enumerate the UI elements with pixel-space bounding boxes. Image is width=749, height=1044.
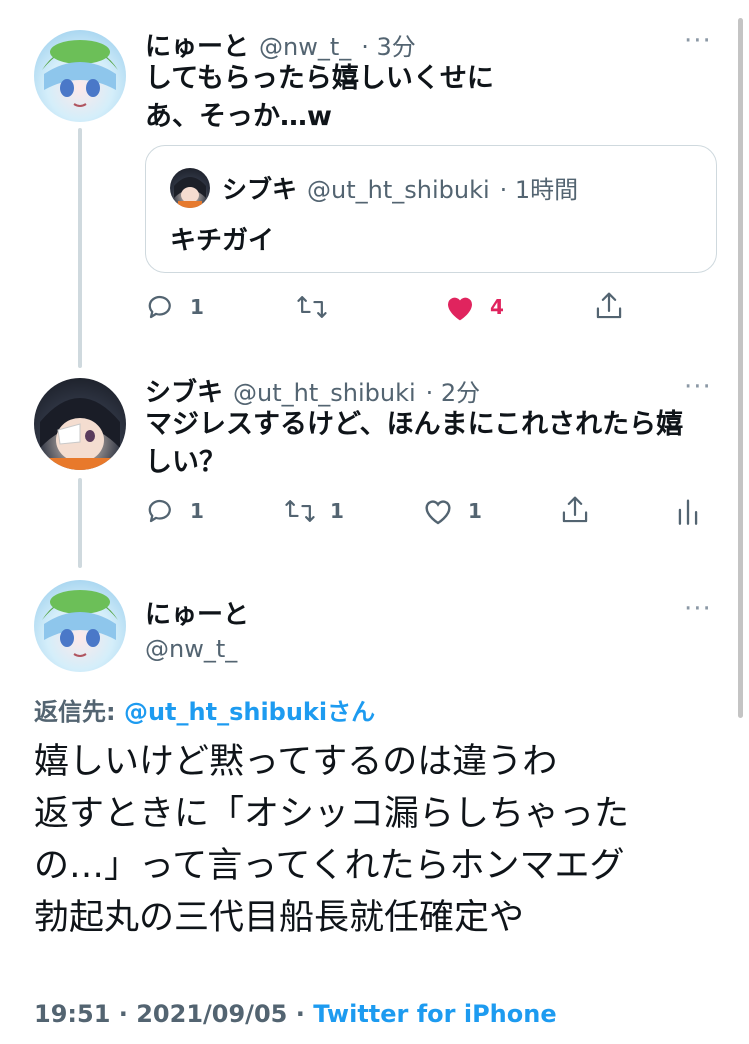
more-options-icon[interactable]: ··· — [684, 372, 712, 402]
author-name[interactable]: にゅーと — [145, 594, 249, 631]
avatar[interactable] — [34, 580, 126, 672]
reply-count: 1 — [190, 295, 204, 319]
tweet-text-line: しい？ — [145, 447, 226, 478]
retweet-count: 1 — [330, 499, 344, 523]
analytics-icon — [678, 499, 698, 525]
main-text-line: 返すときに「オシッコ漏らしちゃった — [34, 794, 630, 834]
quoted-tweet-card[interactable]: シブキ @ut_ht_shibuki · 1時間 キチガイ — [145, 145, 717, 273]
retweet-button[interactable]: 1 — [284, 496, 344, 526]
reply-icon — [148, 295, 171, 319]
author-handle[interactable]: @nw_t_ — [259, 33, 351, 61]
retweet-icon — [297, 296, 327, 318]
main-text-line: 嬉しいけど黙ってするのは違うわ — [34, 742, 558, 782]
tweet-text-line: マジレスするけど、ほんまにこれされたら嬉 — [145, 409, 684, 440]
source-link[interactable]: Twitter for iPhone — [313, 1000, 556, 1028]
main-text-line: の…」って言ってくれたらホンマエグ — [34, 846, 625, 886]
reply-button[interactable]: 1 — [146, 496, 204, 526]
like-count: 4 — [490, 295, 504, 319]
tweet-meta: 19:51 · 2021/09/05 · Twitter for iPhone — [34, 1000, 557, 1028]
heart-filled-icon — [448, 297, 472, 321]
share-button[interactable] — [594, 290, 624, 322]
like-button[interactable]: 1 — [422, 496, 482, 526]
author-name[interactable]: にゅーと — [145, 26, 249, 63]
replying-to-label: 返信先: — [34, 698, 124, 726]
retweet-icon — [285, 500, 315, 522]
quoted-author-handle: @ut_ht_shibuki — [307, 176, 490, 204]
reply-count: 1 — [190, 499, 204, 523]
quoted-text: キチガイ — [170, 226, 275, 256]
reply-icon — [148, 499, 171, 523]
more-options-icon[interactable]: ··· — [684, 26, 712, 56]
quoted-author-name: シブキ — [222, 175, 298, 204]
author-name[interactable]: シブキ — [145, 372, 223, 409]
tweet-text-line: してもらったら嬉しいくせに — [145, 63, 494, 94]
heart-outline-icon — [425, 500, 451, 525]
avatar[interactable] — [34, 378, 126, 470]
thread-line — [78, 478, 82, 568]
reply-button[interactable]: 1 — [146, 292, 204, 322]
more-options-icon[interactable]: ··· — [684, 594, 712, 624]
tweet-time[interactable]: · 2分 — [426, 373, 481, 408]
timestamp[interactable]: 19:51 · 2021/09/05 · — [34, 1000, 313, 1028]
avatar[interactable] — [34, 30, 126, 122]
avatar — [170, 168, 210, 208]
tweet-time[interactable]: · 3分 — [361, 27, 416, 62]
author-handle[interactable]: @ut_ht_shibuki — [233, 379, 416, 407]
main-tweet-text: 嬉しいけど黙ってするのは違うわ 返すときに「オシッコ漏らしちゃった の…」って言… — [34, 736, 629, 944]
like-button[interactable]: 4 — [444, 292, 504, 322]
share-icon — [562, 496, 588, 523]
retweet-button[interactable] — [296, 292, 328, 322]
quoted-time: · 1時間 — [499, 176, 579, 204]
like-count: 1 — [468, 499, 482, 523]
tweet-text-line: あ、そっか…w — [145, 101, 332, 132]
share-button[interactable] — [560, 494, 590, 526]
replying-to-link[interactable]: @ut_ht_shibukiさん — [124, 698, 375, 726]
thread-line — [78, 128, 82, 368]
main-text-line: 勃起丸の三代目船長就任確定や — [34, 898, 525, 938]
analytics-button[interactable] — [676, 496, 700, 526]
author-handle[interactable]: @nw_t_ — [145, 635, 249, 663]
share-icon — [596, 292, 622, 319]
scrollbar[interactable] — [738, 18, 743, 718]
replying-to: 返信先: @ut_ht_shibukiさん — [34, 692, 375, 727]
